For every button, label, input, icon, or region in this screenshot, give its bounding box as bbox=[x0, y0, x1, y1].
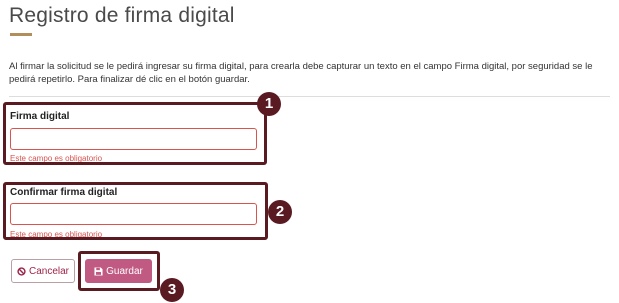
confirm-signature-error: Este campo es obligatorio bbox=[10, 230, 103, 239]
cancel-button[interactable]: Cancelar bbox=[11, 259, 75, 283]
section-divider bbox=[9, 96, 610, 97]
page-title: Registro de firma digital bbox=[9, 4, 235, 27]
confirm-signature-label: Confirmar firma digital bbox=[10, 187, 118, 198]
ban-icon bbox=[17, 266, 26, 276]
confirm-signature-input[interactable] bbox=[10, 203, 257, 225]
cancel-button-label: Cancelar bbox=[28, 265, 70, 277]
floppy-disk-icon bbox=[94, 266, 103, 276]
signature-input[interactable] bbox=[10, 128, 257, 150]
signature-error: Este campo es obligatorio bbox=[10, 154, 103, 163]
save-button[interactable]: Guardar bbox=[85, 259, 152, 283]
page-description: Al firmar la solicitud se le pedirá ingr… bbox=[9, 61, 593, 85]
title-underline bbox=[10, 33, 32, 36]
save-button-label: Guardar bbox=[106, 265, 143, 277]
step1-marker: 1 bbox=[257, 92, 281, 116]
step2-marker: 2 bbox=[268, 200, 292, 224]
signature-label: Firma digital bbox=[10, 111, 70, 122]
step3-marker: 3 bbox=[160, 278, 184, 302]
